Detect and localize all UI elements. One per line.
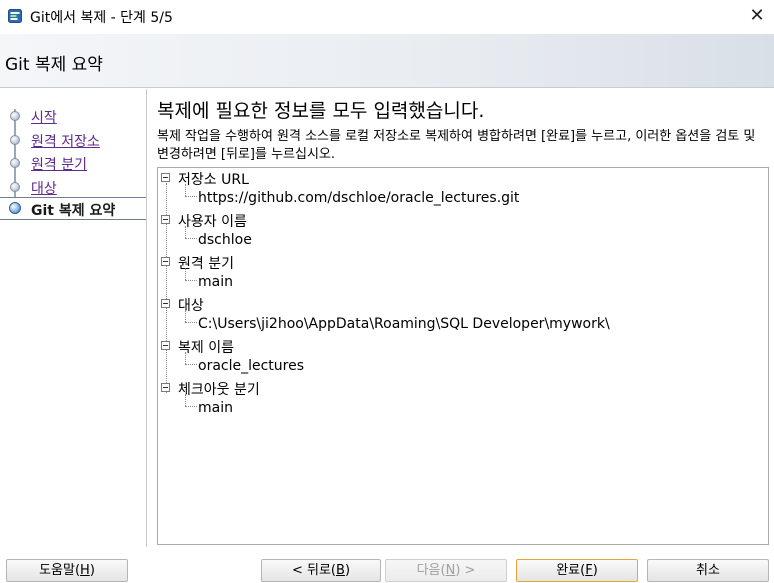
- close-icon[interactable]: ✕: [745, 4, 769, 28]
- summary-tree[interactable]: 저장소 URL https://github.com/dschloe/oracl…: [157, 167, 769, 545]
- tree-leaf-value: C:\Users\ji2hoo\AppData\Roaming\SQL Deve…: [198, 316, 610, 332]
- tree-connector: [185, 268, 186, 280]
- cancel-button-text: 취소: [696, 563, 720, 578]
- nav-step-remote-repository[interactable]: 원격 저장소: [0, 129, 146, 152]
- nav-step-label[interactable]: 시작: [31, 107, 57, 127]
- tree-connector: [185, 196, 197, 197]
- current-step-bullet-icon: [9, 202, 21, 214]
- back-button-text: < 뒤로(: [291, 563, 337, 578]
- next-mnemonic: N: [445, 563, 456, 578]
- finish-button[interactable]: 완료(F): [516, 559, 638, 582]
- tree-collapse-icon[interactable]: [161, 257, 170, 266]
- help-mnemonic: H: [80, 563, 90, 578]
- nav-step-label[interactable]: 원격 저장소: [31, 131, 100, 151]
- next-button-text: 다음(: [416, 563, 446, 578]
- step-bullet-icon: [10, 158, 20, 168]
- nav-step-label[interactable]: 원격 분기: [31, 154, 87, 174]
- cancel-button[interactable]: 취소: [647, 559, 769, 582]
- tree-connector: [185, 406, 197, 407]
- tree-connector: [185, 238, 197, 239]
- tree-collapse-icon[interactable]: [161, 173, 170, 182]
- tree-node-label: 사용자 이름: [178, 214, 247, 230]
- tree-leaf-value: oracle_lectures: [198, 358, 305, 374]
- help-button[interactable]: 도움말(H): [6, 559, 128, 582]
- tree-connector: [185, 364, 197, 365]
- tree-collapse-icon[interactable]: [161, 341, 170, 350]
- help-button-text: 도움말(: [39, 563, 81, 578]
- tree-leaf-value: dschloe: [198, 232, 252, 248]
- tree-leaf-value: main: [198, 274, 233, 290]
- nav-step-destination[interactable]: 대상: [0, 176, 146, 199]
- next-button-suffix: ) >: [455, 563, 476, 578]
- tree-node-label: 체크아웃 분기: [178, 382, 260, 398]
- wizard-header: Git 복제 요약: [0, 34, 774, 88]
- tree-leaf-value: main: [198, 400, 233, 416]
- tree-connector: [185, 184, 186, 196]
- finish-button-suffix: ): [592, 563, 598, 578]
- app-icon: [8, 9, 22, 23]
- tree-connector: [185, 280, 197, 281]
- back-button[interactable]: < 뒤로(B): [261, 559, 381, 582]
- tree-collapse-icon[interactable]: [161, 215, 170, 224]
- nav-step-remote-branch[interactable]: 원격 분기: [0, 152, 146, 175]
- summary-heading: 복제에 필요한 정보를 모두 입력했습니다.: [157, 100, 485, 122]
- tree-node-label: 대상: [178, 298, 204, 314]
- page-title: Git 복제 요약: [5, 55, 103, 75]
- next-button[interactable]: 다음(N) >: [385, 559, 507, 582]
- nav-step-start[interactable]: 시작: [0, 105, 146, 128]
- wizard-step-nav: 시작 원격 저장소 원격 분기 대상 Git 복제 요약: [0, 89, 147, 547]
- help-button-suffix: ): [89, 563, 95, 578]
- window-title: Git에서 복제 - 단계 5/5: [30, 10, 173, 26]
- tree-collapse-icon[interactable]: [161, 383, 170, 392]
- tree-connector: [185, 394, 186, 406]
- tree-connector: [185, 226, 186, 238]
- nav-step-label: Git 복제 요약: [31, 203, 116, 219]
- summary-description: 복제 작업을 수행하여 원격 소스를 로컬 저장소로 복제하여 병합하려면 [완…: [157, 129, 756, 162]
- tree-connector: [185, 322, 197, 323]
- step-bullet-icon: [10, 111, 20, 121]
- tree-collapse-icon[interactable]: [161, 299, 170, 308]
- tree-connector: [185, 310, 186, 322]
- finish-button-text: 완료(: [556, 563, 586, 578]
- back-mnemonic: B: [336, 563, 345, 578]
- nav-step-summary[interactable]: Git 복제 요약: [0, 197, 146, 220]
- step-bullet-icon: [10, 182, 20, 192]
- tree-node-label: 복제 이름: [178, 340, 234, 356]
- nav-step-label[interactable]: 대상: [31, 178, 57, 198]
- tree-node-label: 저장소 URL: [178, 172, 249, 188]
- tree-connector: [185, 352, 186, 364]
- tree-leaf-value: https://github.com/dschloe/oracle_lectur…: [198, 190, 520, 206]
- finish-mnemonic: F: [585, 563, 593, 578]
- step-bullet-icon: [10, 135, 20, 145]
- back-button-suffix: ): [344, 563, 351, 578]
- tree-node-label: 원격 분기: [178, 256, 234, 272]
- title-bar: Git에서 복제 - 단계 5/5 ✕: [0, 0, 774, 32]
